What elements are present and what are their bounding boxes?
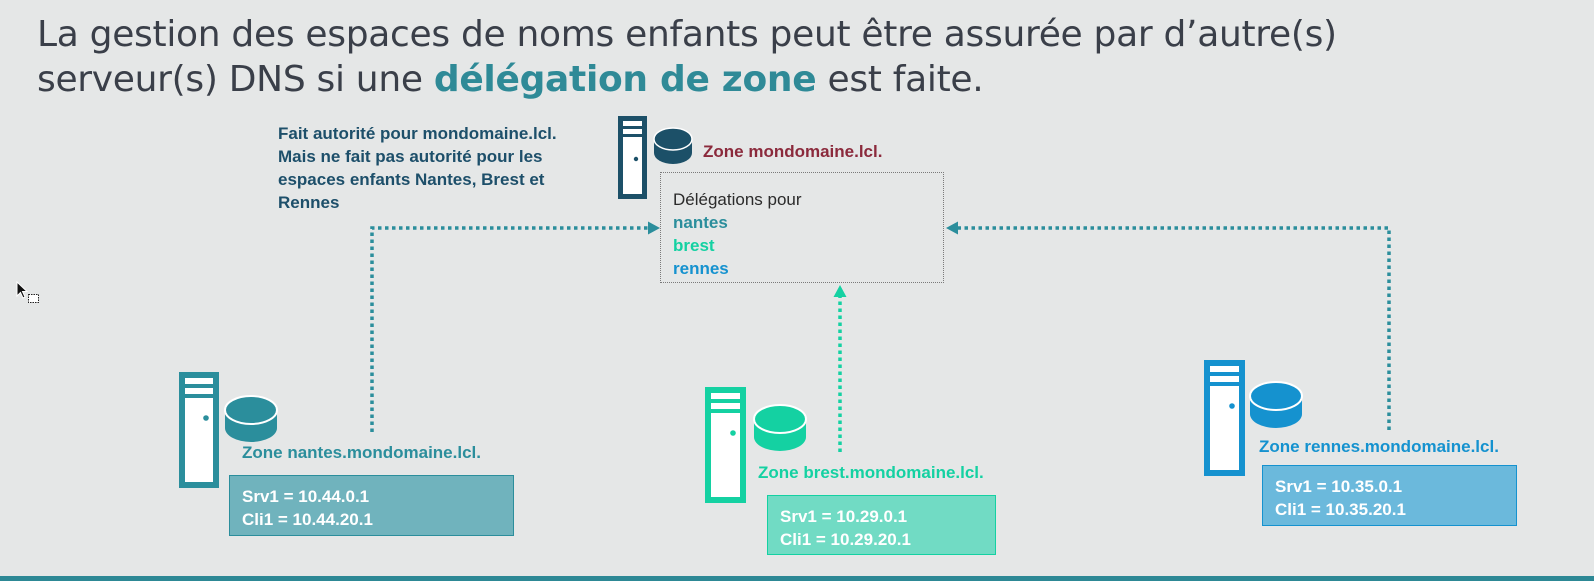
nantes-srv-address: Srv1 = 10.44.0.1 (242, 487, 370, 506)
connector-nantes (370, 226, 650, 432)
database-disk-icon (1249, 381, 1303, 428)
nantes-hosts-box: Srv1 = 10.44.0.1 Cli1 = 10.44.20.1 (229, 475, 514, 536)
delegation-brest: brest (673, 236, 715, 255)
brest-cli-address: Cli1 = 10.29.20.1 (780, 530, 911, 549)
database-disk-icon (753, 404, 807, 451)
rennes-srv-address: Srv1 = 10.35.0.1 (1275, 477, 1403, 496)
note-line-2: Mais ne fait pas autorité pour les (278, 147, 543, 166)
brest-srv-address: Srv1 = 10.29.0.1 (780, 507, 908, 526)
mouse-cursor-icon (16, 281, 39, 303)
nantes-zone-label: Zone nantes.mondomaine.lcl. (242, 443, 481, 462)
authority-note: Fait autorité pour mondomaine.lcl. Mais … (278, 122, 557, 214)
note-line-1: Fait autorité pour mondomaine.lcl. (278, 124, 557, 143)
database-disk-icon (224, 395, 278, 442)
arrowhead-nantes (648, 221, 660, 235)
server-tower-icon (1204, 360, 1303, 476)
brest-dns-server (705, 387, 809, 509)
connector-rennes (957, 226, 1391, 430)
note-line-4: Rennes (278, 193, 340, 212)
server-tower-icon (179, 372, 278, 488)
rennes-cli-address: Cli1 = 10.35.20.1 (1275, 500, 1406, 519)
brest-hosts-box: Srv1 = 10.29.0.1 Cli1 = 10.29.20.1 (767, 495, 996, 555)
delegations-intro: Délégations pour (673, 190, 802, 209)
rennes-zone-label: Zone rennes.mondomaine.lcl. (1259, 437, 1499, 456)
delegation-rennes: rennes (673, 259, 729, 278)
note-line-3: espaces enfants Nantes, Brest et (278, 170, 545, 189)
delegation-nantes: nantes (673, 213, 728, 232)
rennes-dns-server (1204, 360, 1304, 482)
database-disk-icon (653, 127, 693, 164)
rennes-hosts-box: Srv1 = 10.35.0.1 Cli1 = 10.35.20.1 (1262, 465, 1517, 526)
bottom-rule (0, 576, 1594, 581)
parent-zone-label: Zone mondomaine.lcl. (703, 142, 883, 161)
arrowhead-brest (833, 285, 847, 297)
server-tower-icon (705, 387, 807, 503)
nantes-cli-address: Cli1 = 10.44.20.1 (242, 510, 373, 529)
brest-zone-label: Zone brest.mondomaine.lcl. (758, 463, 984, 482)
arrowhead-rennes (946, 221, 958, 235)
delegations-box: Délégations pour nantes brest rennes (660, 172, 944, 283)
